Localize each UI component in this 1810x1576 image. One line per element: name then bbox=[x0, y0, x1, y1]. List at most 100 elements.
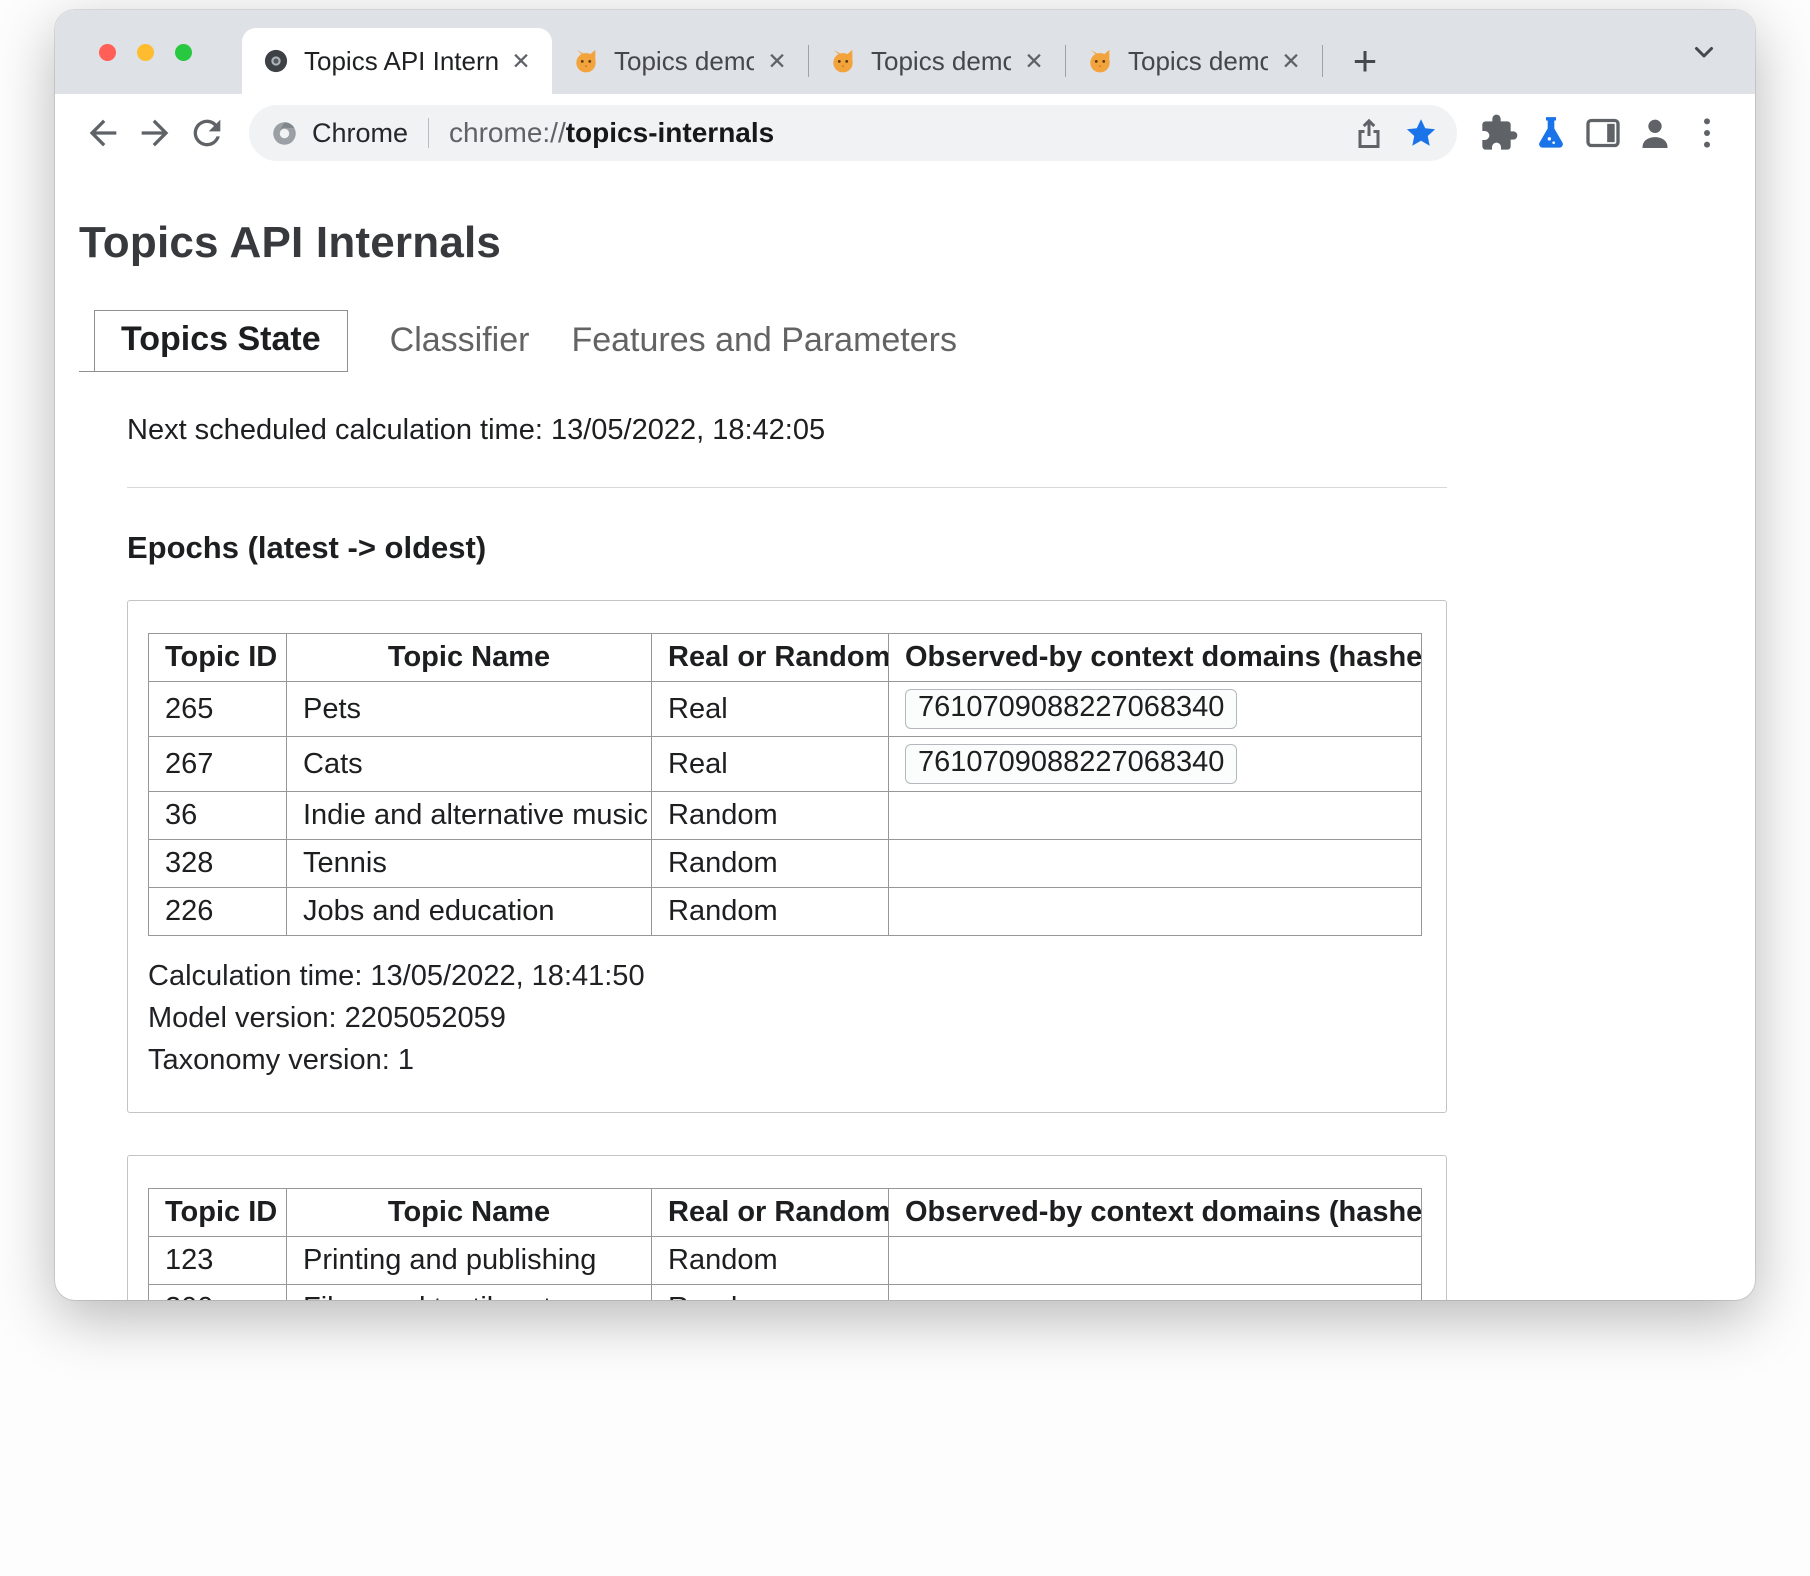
observed-domains-cell bbox=[889, 792, 1422, 840]
tab-close-icon[interactable]: ✕ bbox=[504, 44, 538, 78]
share-button[interactable] bbox=[1343, 107, 1395, 159]
section-divider bbox=[127, 487, 1447, 488]
tab-classifier[interactable]: Classifier bbox=[390, 312, 530, 372]
back-button[interactable] bbox=[77, 107, 129, 159]
table-row: 200 Fibre and textile arts Random bbox=[149, 1285, 1422, 1301]
url-host: topics-internals bbox=[566, 117, 774, 148]
hashed-domain-chip: 7610709088227068340 bbox=[905, 689, 1237, 729]
topic-id: 123 bbox=[149, 1237, 287, 1285]
calculation-time: Calculation time: 13/05/2022, 18:41:50 bbox=[148, 960, 1422, 993]
window-minimize-button[interactable] bbox=[137, 44, 154, 61]
tab-title: Topics demo bbox=[614, 46, 754, 77]
table-header-row: Topic ID Topic Name Real or Random Obser… bbox=[149, 1189, 1422, 1237]
topic-id: 267 bbox=[149, 737, 287, 792]
profile-avatar-icon[interactable] bbox=[1629, 107, 1681, 159]
topic-id: 265 bbox=[149, 682, 287, 737]
real-or-random: Random bbox=[652, 840, 889, 888]
new-tab-button[interactable]: + bbox=[1337, 33, 1393, 89]
browser-window: Topics API Internals ✕ Topics demo ✕ Top… bbox=[55, 10, 1755, 1300]
tab-topics-state[interactable]: Topics State bbox=[94, 310, 348, 372]
real-or-random: Real bbox=[652, 737, 889, 792]
real-or-random: Real bbox=[652, 682, 889, 737]
table-row: 36 Indie and alternative music Random bbox=[149, 792, 1422, 840]
tab-close-icon[interactable]: ✕ bbox=[1274, 44, 1308, 78]
window-zoom-button[interactable] bbox=[175, 44, 192, 61]
col-topic-id: Topic ID bbox=[149, 634, 287, 682]
next-calculation-time: Next scheduled calculation time: 13/05/2… bbox=[127, 414, 1447, 447]
browser-tab-topics-demo-2[interactable]: Topics demo ✕ bbox=[809, 28, 1065, 94]
epochs-heading: Epochs (latest -> oldest) bbox=[127, 530, 1447, 566]
topic-name: Tennis bbox=[287, 840, 652, 888]
tab-features-and-parameters[interactable]: Features and Parameters bbox=[571, 312, 957, 372]
topic-name: Pets bbox=[287, 682, 652, 737]
table-row: 123 Printing and publishing Random bbox=[149, 1237, 1422, 1285]
browser-tab-topics-demo-1[interactable]: Topics demo ✕ bbox=[552, 28, 808, 94]
topic-name: Indie and alternative music bbox=[287, 792, 652, 840]
observed-domains-cell bbox=[889, 888, 1422, 936]
url-text: chrome://topics-internals bbox=[449, 117, 774, 149]
forward-button[interactable] bbox=[129, 107, 181, 159]
epoch-table-2: Topic ID Topic Name Real or Random Obser… bbox=[148, 1188, 1422, 1300]
extensions-button[interactable] bbox=[1473, 107, 1525, 159]
epoch-card-2: Topic ID Topic Name Real or Random Obser… bbox=[127, 1155, 1447, 1300]
col-observed-domains: Observed-by context domains (hashed) bbox=[889, 1189, 1422, 1237]
table-header-row: Topic ID Topic Name Real or Random Obser… bbox=[149, 634, 1422, 682]
table-row: 267 Cats Real 7610709088227068340 bbox=[149, 737, 1422, 792]
browser-tab-topics-demo-3[interactable]: Topics demo ✕ bbox=[1066, 28, 1322, 94]
tab-strip: Topics API Internals ✕ Topics demo ✕ Top… bbox=[55, 10, 1755, 94]
topic-id: 200 bbox=[149, 1285, 287, 1301]
chrome-logo-icon bbox=[271, 120, 298, 147]
table-row: 226 Jobs and education Random bbox=[149, 888, 1422, 936]
reload-button[interactable] bbox=[181, 107, 233, 159]
observed-domains-cell: 7610709088227068340 bbox=[889, 737, 1422, 792]
topic-id: 226 bbox=[149, 888, 287, 936]
address-separator bbox=[428, 118, 429, 148]
search-engine-label: Chrome bbox=[312, 118, 408, 149]
topics-state-panel: Next scheduled calculation time: 13/05/2… bbox=[127, 414, 1447, 1300]
side-panel-button[interactable] bbox=[1577, 107, 1629, 159]
observed-domains-cell bbox=[889, 1285, 1422, 1301]
tab-list-chevron-icon[interactable] bbox=[1689, 37, 1719, 67]
bookmark-star-icon[interactable] bbox=[1395, 107, 1447, 159]
cat-favicon-icon bbox=[572, 47, 600, 75]
observed-domains-cell: 7610709088227068340 bbox=[889, 682, 1422, 737]
topic-id: 328 bbox=[149, 840, 287, 888]
internals-favicon-icon bbox=[262, 47, 290, 75]
browser-toolbar: Chrome chrome://topics-internals bbox=[55, 94, 1755, 172]
col-topic-name: Topic Name bbox=[287, 1189, 652, 1237]
col-topic-id: Topic ID bbox=[149, 1189, 287, 1237]
topic-name: Cats bbox=[287, 737, 652, 792]
menu-kebab-icon[interactable] bbox=[1681, 107, 1733, 159]
col-real-or-random: Real or Random bbox=[652, 634, 889, 682]
real-or-random: Random bbox=[652, 1237, 889, 1285]
tab-close-icon[interactable]: ✕ bbox=[1017, 44, 1051, 78]
experiments-flask-icon[interactable] bbox=[1525, 107, 1577, 159]
topic-name: Printing and publishing bbox=[287, 1237, 652, 1285]
table-row: 328 Tennis Random bbox=[149, 840, 1422, 888]
real-or-random: Random bbox=[652, 1285, 889, 1301]
url-scheme: chrome:// bbox=[449, 117, 566, 148]
hashed-domain-chip: 7610709088227068340 bbox=[905, 744, 1237, 784]
topic-name: Fibre and textile arts bbox=[287, 1285, 652, 1301]
page-tab-bar: Topics State Classifier Features and Par… bbox=[79, 310, 1715, 372]
window-controls bbox=[55, 10, 242, 94]
tab-bar-line bbox=[79, 371, 94, 372]
tab-title: Topics demo bbox=[871, 46, 1011, 77]
tab-close-icon[interactable]: ✕ bbox=[760, 44, 794, 78]
page-content: Topics API Internals Topics State Classi… bbox=[55, 172, 1755, 1300]
page-title: Topics API Internals bbox=[79, 218, 1715, 268]
col-topic-name: Topic Name bbox=[287, 634, 652, 682]
taxonomy-version: Taxonomy version: 1 bbox=[148, 1044, 1422, 1077]
epoch-table-1: Topic ID Topic Name Real or Random Obser… bbox=[148, 633, 1422, 936]
topic-id: 36 bbox=[149, 792, 287, 840]
window-close-button[interactable] bbox=[99, 44, 116, 61]
cat-favicon-icon bbox=[829, 47, 857, 75]
address-bar[interactable]: Chrome chrome://topics-internals bbox=[249, 105, 1457, 161]
col-real-or-random: Real or Random bbox=[652, 1189, 889, 1237]
topic-name: Jobs and education bbox=[287, 888, 652, 936]
col-observed-domains: Observed-by context domains (hashed) bbox=[889, 634, 1422, 682]
model-version: Model version: 2205052059 bbox=[148, 1002, 1422, 1035]
browser-tab-topics-internals[interactable]: Topics API Internals ✕ bbox=[242, 28, 552, 94]
tab-title: Topics API Internals bbox=[304, 46, 498, 77]
tab-title: Topics demo bbox=[1128, 46, 1268, 77]
